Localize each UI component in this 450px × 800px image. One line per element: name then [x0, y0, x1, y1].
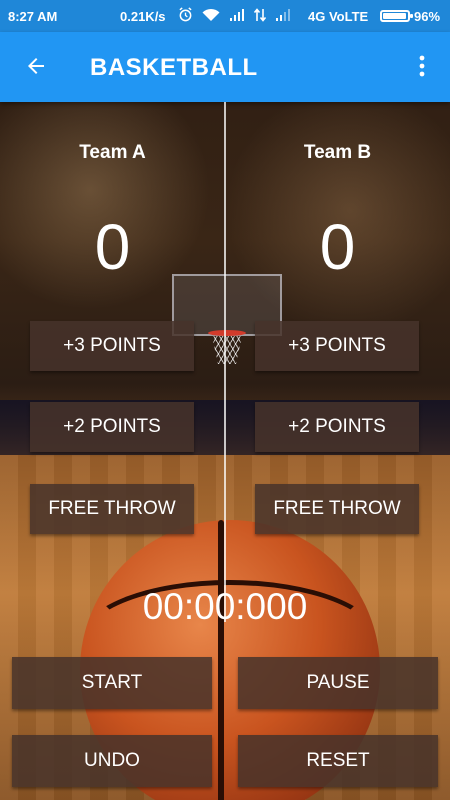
team-a-name: Team A: [79, 142, 146, 163]
signal-icon: [229, 8, 245, 25]
wifi-icon: [202, 8, 220, 25]
status-time: 8:27 AM: [8, 8, 58, 24]
team-a-plus2-button[interactable]: +2 POINTS: [30, 402, 194, 452]
overflow-menu-button[interactable]: [404, 48, 440, 88]
team-b-plus3-button[interactable]: +3 POINTS: [255, 321, 419, 371]
status-network-speed: 0.21K/s: [120, 8, 166, 24]
battery-percent: 96%: [414, 8, 441, 24]
more-vert-icon: [419, 55, 425, 82]
app-bar: BASKETBALL: [0, 32, 450, 102]
back-button[interactable]: [16, 48, 56, 88]
team-b-panel: Team B 0 +3 POINTS +2 POINTS FREE THROW: [225, 102, 450, 542]
status-network-type: 4G VoLTE: [308, 8, 369, 24]
pause-button[interactable]: PAUSE: [238, 657, 438, 709]
page-title: BASKETBALL: [90, 54, 258, 81]
team-a-score: 0: [94, 211, 131, 283]
team-b-plus2-button[interactable]: +2 POINTS: [255, 402, 419, 452]
team-b-score: 0: [319, 211, 356, 283]
arrow-left-icon: [24, 54, 48, 83]
team-a-free-throw-button[interactable]: FREE THROW: [30, 484, 194, 534]
alarm-icon: [178, 7, 193, 25]
team-b-free-throw-button[interactable]: FREE THROW: [255, 484, 419, 534]
team-a-panel: Team A 0 +3 POINTS +2 POINTS FREE THROW: [0, 102, 225, 542]
game-timer: 00:00:000: [142, 586, 308, 627]
team-a-plus3-button[interactable]: +3 POINTS: [30, 321, 194, 371]
team-b-name: Team B: [303, 142, 372, 163]
battery-icon: [380, 10, 413, 22]
reset-button[interactable]: RESET: [238, 735, 438, 787]
start-button[interactable]: START: [12, 657, 212, 709]
data-transfer-icon: [253, 7, 267, 25]
status-bar: 8:27 AM 0.21K/s 4G VoLTE 96%: [0, 0, 450, 32]
undo-button[interactable]: UNDO: [12, 735, 212, 787]
signal-weak-icon: [275, 8, 291, 25]
